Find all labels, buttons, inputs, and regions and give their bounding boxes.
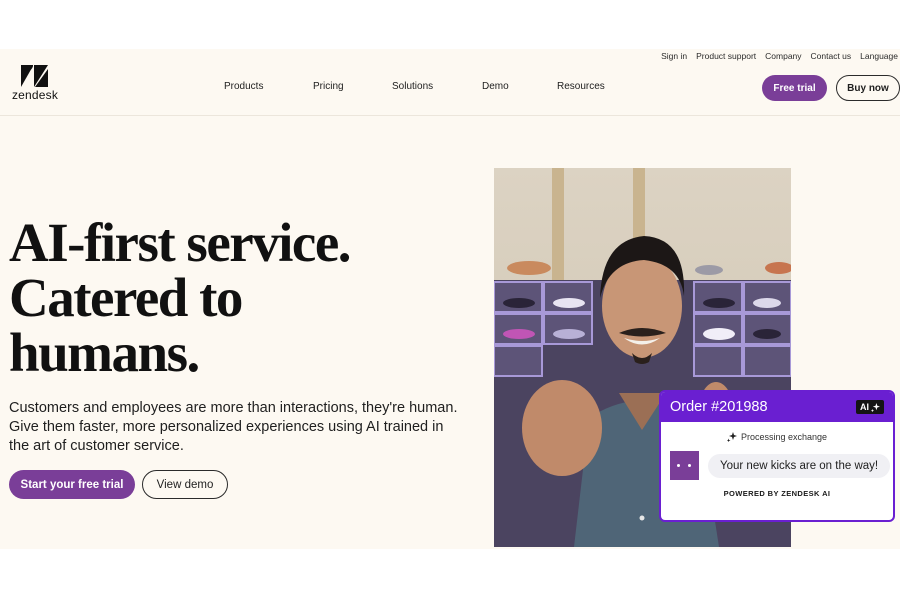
- utility-link-contact-us[interactable]: Contact us: [811, 51, 852, 65]
- start-free-trial-button[interactable]: Start your free trial: [9, 470, 135, 499]
- headline-line-1: AI-first service.: [9, 212, 352, 273]
- ai-badge: AI: [856, 400, 884, 414]
- utility-link-language[interactable]: Language: [860, 51, 898, 65]
- headline-line-3: humans.: [9, 322, 200, 383]
- headline-line-2: Catered to: [9, 267, 243, 328]
- sparkle-icon: [871, 402, 880, 412]
- utility-link-product-support[interactable]: Product support: [696, 51, 756, 65]
- utility-nav: Sign in Product support Company Contact …: [661, 51, 898, 65]
- ai-badge-label: AI: [860, 402, 869, 412]
- main-header: zendesk Products Pricing Solutions Demo …: [0, 65, 900, 116]
- utility-link-sign-in[interactable]: Sign in: [661, 51, 687, 65]
- buy-now-button[interactable]: Buy now: [836, 75, 900, 101]
- hero-headline: AI-first service. Catered to humans.: [9, 212, 352, 383]
- free-trial-button[interactable]: Free trial: [762, 75, 827, 101]
- order-title: Order #201988: [670, 399, 768, 415]
- utility-link-company[interactable]: Company: [765, 51, 801, 65]
- ai-order-card: Order #201988 AI Processing exchange You…: [659, 390, 895, 522]
- message-bubble: Your new kicks are on the way!: [708, 453, 891, 478]
- nav-item-pricing[interactable]: Pricing: [313, 81, 344, 92]
- bot-avatar: [670, 451, 699, 480]
- nav-item-products[interactable]: Products: [224, 81, 263, 92]
- nav-item-demo[interactable]: Demo: [482, 81, 509, 92]
- nav-item-resources[interactable]: Resources: [557, 81, 605, 92]
- card-header: Order #201988 AI: [661, 392, 893, 422]
- nav-item-solutions[interactable]: Solutions: [392, 81, 433, 92]
- sparkle-icon: [726, 432, 737, 442]
- processing-status: Processing exchange: [661, 432, 893, 442]
- powered-by-label: POWERED BY ZENDESK AI: [723, 489, 831, 498]
- page: Sign in Product support Company Contact …: [0, 49, 900, 549]
- processing-text: Processing exchange: [740, 432, 828, 442]
- view-demo-button[interactable]: View demo: [142, 470, 228, 499]
- hero-subheading: Customers and employees are more than in…: [9, 400, 458, 454]
- message-row: Your new kicks are on the way!: [661, 451, 893, 480]
